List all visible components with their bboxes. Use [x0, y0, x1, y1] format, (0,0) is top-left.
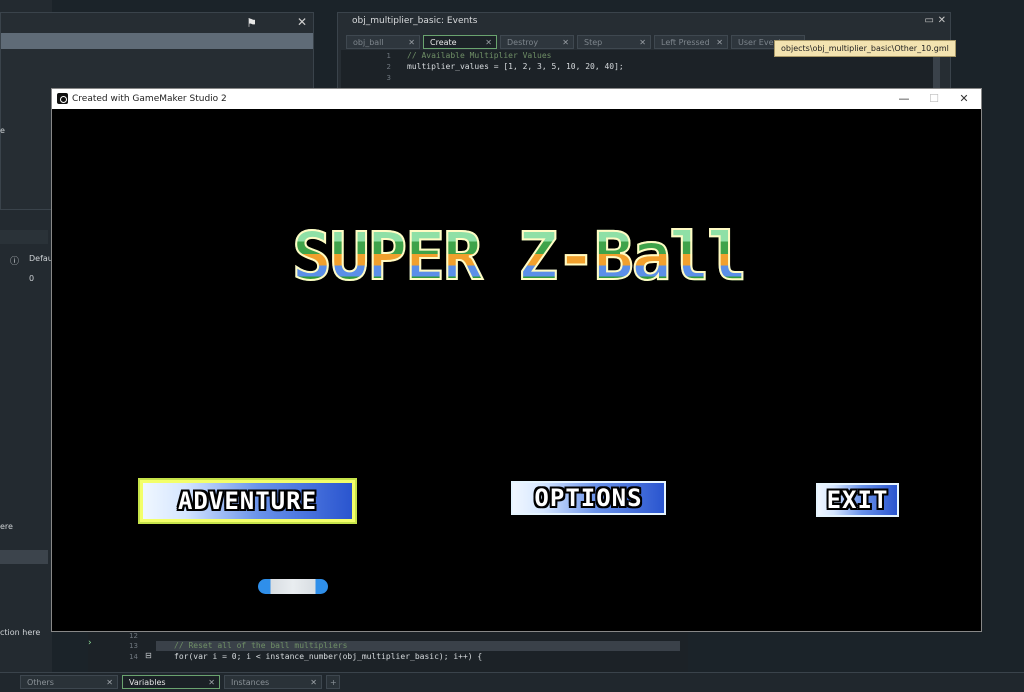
variable-value: 0	[29, 274, 35, 283]
tab-instances[interactable]: Instances ✕	[224, 675, 322, 689]
gamemaker-logo-icon	[57, 93, 68, 104]
chevron-right-icon[interactable]: ›	[88, 638, 92, 648]
bottom-tab-bar: Others ✕ Variables ✕ Instances ✕ +	[0, 672, 1024, 692]
tab-left-pressed[interactable]: Left Pressed ✕	[654, 35, 728, 49]
tab-step[interactable]: Step ✕	[577, 35, 651, 49]
line-number: 12	[129, 632, 138, 640]
left-panel-fragment: ction here	[0, 628, 41, 637]
paddle-sprite	[258, 579, 328, 594]
minimize-button[interactable]: —	[889, 89, 919, 109]
close-icon[interactable]: ✕	[562, 36, 569, 50]
panel-selected-row[interactable]	[1, 33, 313, 49]
left-panel-header-row	[0, 230, 48, 244]
close-icon[interactable]: ✕	[716, 36, 723, 50]
left-panel-row[interactable]	[0, 550, 48, 564]
tab-destroy[interactable]: Destroy ✕	[500, 35, 574, 49]
event-tabs: obj_ball ✕ Create ✕ Destroy ✕ Step ✕ Left Pr…	[346, 35, 808, 50]
add-tab-button[interactable]: +	[326, 675, 340, 689]
adventure-button[interactable]: ADVENTURE	[138, 478, 357, 524]
code-statement: for(var i = 0; i < instance_number(obj_m…	[174, 652, 483, 661]
left-panel-fragment: e	[0, 126, 5, 135]
close-icon[interactable]: ✕	[310, 676, 317, 690]
line-number: 13	[129, 642, 138, 650]
close-icon[interactable]: ✕	[485, 36, 492, 50]
game-window[interactable]: Created with GameMaker Studio 2 — ☐ ✕ SU…	[51, 88, 982, 632]
game-window-title: Created with GameMaker Studio 2	[72, 94, 227, 104]
close-icon[interactable]: ✕	[106, 676, 113, 690]
flag-icon[interactable]: ⚑	[246, 16, 257, 30]
close-icon[interactable]: ✕	[408, 36, 415, 50]
close-icon[interactable]: ✕	[938, 15, 946, 26]
code-editor-bottom[interactable]: › 12 13 // Reset all of the ball multipl…	[88, 632, 688, 672]
left-panel-fragment: ere	[0, 522, 13, 531]
game-logo: SUPER Z-Ball	[291, 221, 772, 293]
tab-create[interactable]: Create ✕	[423, 35, 497, 49]
close-button[interactable]: ✕	[949, 89, 979, 109]
column-header-default: Defau	[29, 254, 53, 263]
help-icon[interactable]: ⓘ	[10, 254, 19, 267]
line-number: 3	[386, 74, 391, 82]
fold-icon[interactable]: ⊟	[145, 651, 152, 660]
file-path-tooltip: objects\obj_multiplier_basic\Other_10.gm…	[774, 40, 956, 57]
line-number: 14	[129, 653, 138, 661]
events-window-title: obj_multiplier_basic: Events	[352, 16, 478, 26]
code-comment: // Reset all of the ball multipliers	[174, 641, 348, 650]
line-number: 1	[386, 52, 391, 60]
restore-icon[interactable]: ▭	[925, 15, 934, 26]
maximize-button[interactable]: ☐	[919, 89, 949, 109]
line-number: 2	[386, 63, 391, 71]
close-icon[interactable]: ✕	[208, 676, 215, 690]
exit-button[interactable]: EXIT	[816, 483, 899, 517]
code-comment: // Available Multiplier Values	[407, 51, 552, 60]
close-icon[interactable]: ✕	[639, 36, 646, 50]
options-button[interactable]: OPTIONS	[511, 481, 666, 515]
code-statement: multiplier_values = [1, 2, 3, 5, 10, 20,…	[407, 62, 624, 71]
tab-others[interactable]: Others ✕	[20, 675, 118, 689]
tab-obj-ball[interactable]: obj_ball ✕	[346, 35, 420, 49]
game-titlebar[interactable]: Created with GameMaker Studio 2 — ☐ ✕	[52, 89, 981, 109]
tab-variables[interactable]: Variables ✕	[122, 675, 220, 689]
editor-scrollbar[interactable]	[933, 55, 940, 89]
close-icon[interactable]: ✕	[297, 15, 307, 29]
